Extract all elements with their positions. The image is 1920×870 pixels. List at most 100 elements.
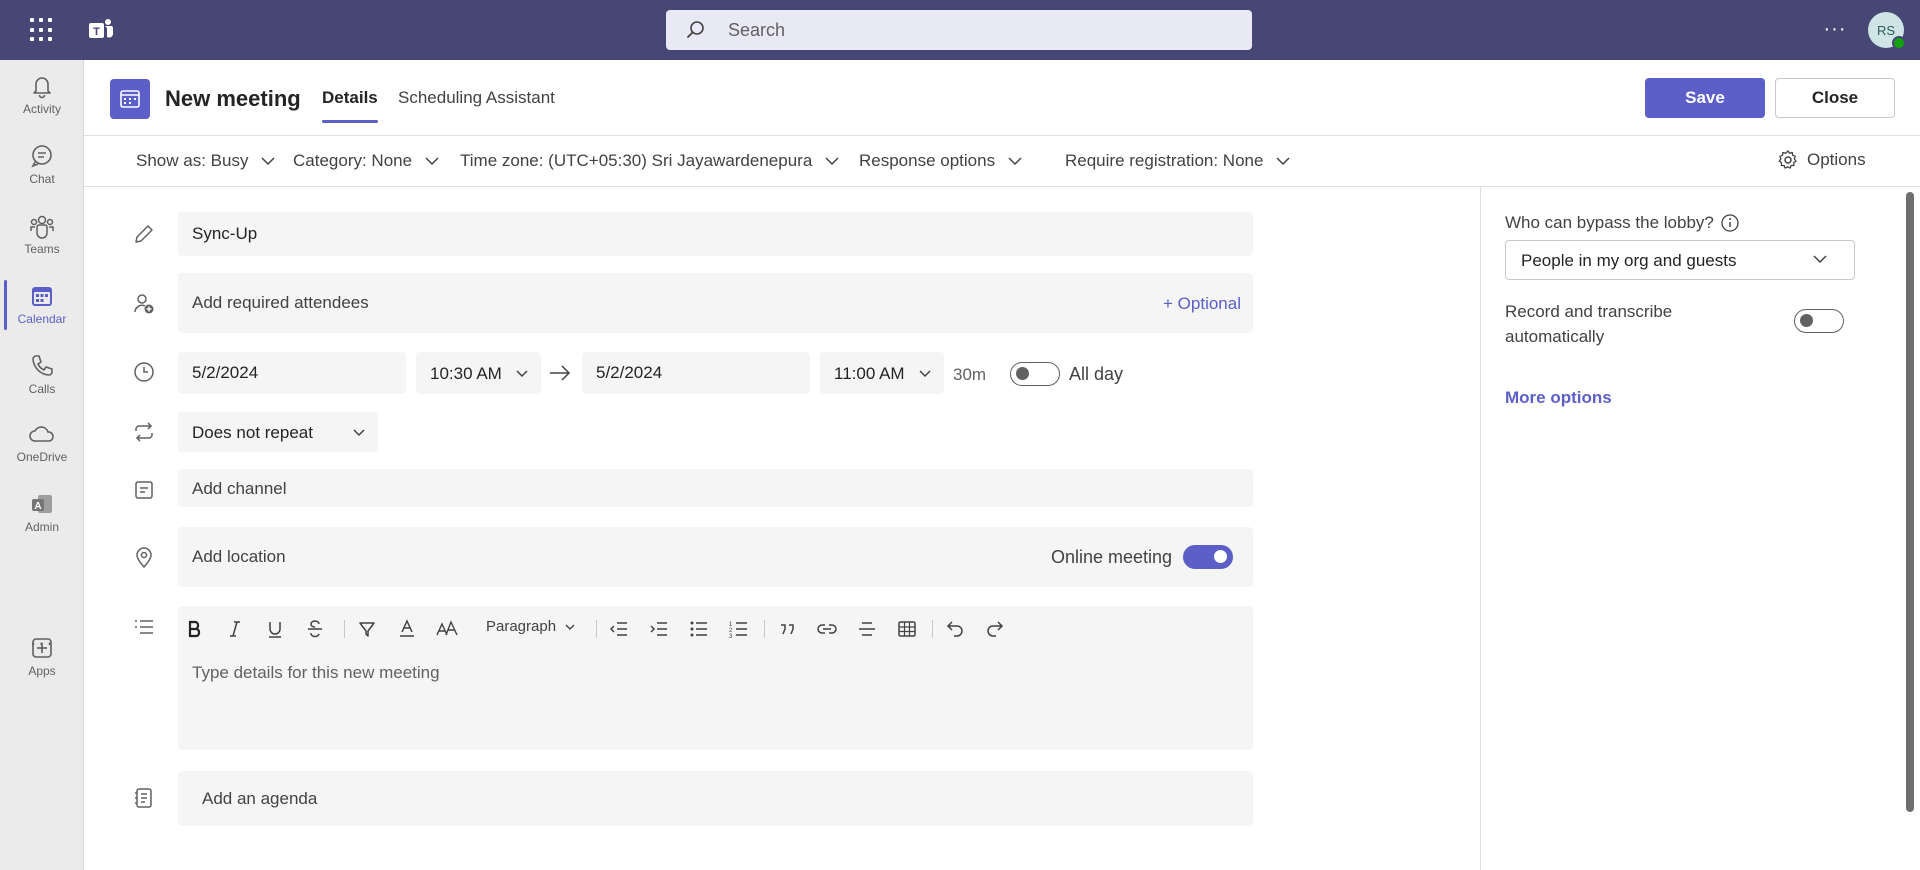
duration-label: 30m: [953, 365, 987, 384]
search-box[interactable]: [666, 10, 1252, 50]
agenda-placeholder: Add an agenda: [202, 789, 318, 808]
details-editor[interactable]: Paragraph 123 Type details for this new …: [178, 606, 1253, 750]
numbered-list-icon[interactable]: 123: [726, 616, 752, 642]
options-button[interactable]: Options: [1777, 149, 1866, 171]
optional-attendees-link[interactable]: + Optional: [1163, 294, 1241, 314]
rail-label: Admin: [24, 520, 59, 534]
cloud-icon: [29, 426, 54, 442]
toggle-knob: [1214, 550, 1227, 563]
underline-icon[interactable]: [262, 616, 288, 642]
all-day-toggle[interactable]: [1010, 362, 1060, 386]
show-as-label: Show as: Busy: [136, 151, 249, 170]
attendees-field[interactable]: Add required attendees + Optional: [178, 273, 1253, 333]
toolbar-divider: [344, 620, 345, 638]
time-zone-dropdown[interactable]: Time zone: (UTC+05:30) Sri Jayawardenepu…: [460, 151, 840, 171]
lobby-label: Who can bypass the lobby?: [1505, 213, 1740, 233]
rail-item-onedrive[interactable]: OneDrive: [0, 412, 84, 476]
start-time-dropdown[interactable]: 10:30 AM: [416, 352, 541, 394]
paragraph-style-dropdown[interactable]: Paragraph: [486, 618, 576, 635]
avatar[interactable]: RS: [1868, 12, 1906, 50]
increase-indent-icon[interactable]: [646, 616, 672, 642]
rail-item-apps[interactable]: Apps: [0, 626, 84, 690]
show-as-dropdown[interactable]: Show as: Busy: [136, 151, 276, 171]
toolbar-divider: [932, 620, 933, 638]
meeting-options-bar: Show as: Busy Category: None Time zone: …: [84, 137, 1920, 187]
start-time-value: 10:30 AM: [430, 364, 502, 383]
online-meeting-label: Online meeting: [1051, 547, 1173, 567]
info-icon[interactable]: [1720, 213, 1740, 233]
online-meeting-toggle[interactable]: [1183, 545, 1233, 569]
rail-label: Calendar: [17, 312, 67, 326]
close-button[interactable]: Close: [1775, 78, 1895, 118]
chevron-down-icon: [565, 624, 575, 630]
gear-icon: [1778, 150, 1797, 169]
save-button[interactable]: Save: [1645, 78, 1765, 118]
more-options-icon[interactable]: ···: [1822, 18, 1848, 41]
bold-icon[interactable]: [182, 616, 208, 642]
category-dropdown[interactable]: Category: None: [293, 151, 440, 171]
avatar-initials: RS: [1876, 22, 1896, 38]
presence-available-icon: [1892, 36, 1906, 50]
rail-item-teams[interactable]: Teams: [0, 204, 84, 268]
table-icon[interactable]: [894, 616, 920, 642]
horizontal-line-icon[interactable]: [854, 616, 880, 642]
scrollbar[interactable]: [1906, 192, 1914, 812]
all-day-label: All day: [1069, 364, 1124, 384]
redo-icon[interactable]: [982, 616, 1008, 642]
chevron-down-icon: [425, 157, 439, 166]
category-label: Category: None: [293, 151, 413, 170]
app-launcher-icon[interactable]: [30, 18, 54, 42]
details-list-icon: [135, 620, 153, 634]
font-color-icon[interactable]: [394, 616, 420, 642]
rail-item-chat[interactable]: Chat: [0, 134, 84, 198]
font-size-icon[interactable]: [434, 616, 460, 642]
start-date-field[interactable]: 5/2/2024: [178, 352, 406, 394]
chevron-down-icon: [1276, 157, 1290, 166]
rail-item-admin[interactable]: A Admin: [0, 482, 84, 546]
toolbar-divider: [596, 620, 597, 638]
agenda-field[interactable]: Add an agenda: [178, 771, 1253, 826]
start-date-value: 5/2/2024: [192, 363, 259, 382]
record-transcribe-label: Record and transcribe automatically: [1505, 302, 1673, 346]
rail-label: Apps: [28, 664, 56, 678]
rail-label: Chat: [29, 172, 55, 186]
rail-item-calls[interactable]: Calls: [0, 344, 84, 408]
rail-label: Activity: [22, 102, 61, 116]
italic-icon[interactable]: [222, 616, 248, 642]
title-field[interactable]: Sync-Up: [178, 212, 1253, 256]
end-time-dropdown[interactable]: 11:00 AM: [820, 352, 944, 394]
highlight-icon[interactable]: [354, 616, 380, 642]
channel-field[interactable]: Add channel: [178, 469, 1253, 507]
tab-scheduling-assistant[interactable]: Scheduling Assistant: [398, 88, 555, 108]
require-registration-dropdown[interactable]: Require registration: None: [1065, 151, 1291, 171]
link-icon[interactable]: [814, 616, 840, 642]
meeting-settings-panel: Who can bypass the lobby? People in my o…: [1480, 187, 1920, 870]
lobby-bypass-dropdown[interactable]: People in my org and guests: [1505, 240, 1855, 280]
record-transcribe-toggle[interactable]: [1794, 309, 1844, 333]
svg-text:3: 3: [729, 634, 733, 639]
end-date-value: 5/2/2024: [596, 363, 663, 382]
chevron-down-icon: [919, 370, 931, 378]
repeat-dropdown[interactable]: Does not repeat: [178, 412, 378, 452]
end-date-field[interactable]: 5/2/2024: [582, 352, 810, 394]
apps-add-icon: [32, 638, 52, 658]
strikethrough-icon[interactable]: [302, 616, 328, 642]
response-options-dropdown[interactable]: Response options: [859, 151, 1023, 171]
chevron-down-icon: [516, 370, 528, 378]
more-options-link[interactable]: More options: [1505, 388, 1612, 408]
chevron-down-icon: [1008, 157, 1022, 166]
rail-item-calendar[interactable]: Calendar: [0, 274, 84, 338]
bulleted-list-icon[interactable]: [686, 616, 712, 642]
search-input[interactable]: [728, 10, 1228, 50]
options-label: Options: [1807, 150, 1866, 169]
decrease-indent-icon[interactable]: [606, 616, 632, 642]
location-pin-icon: [136, 547, 152, 569]
rail-item-activity[interactable]: Activity: [0, 64, 84, 128]
quote-icon[interactable]: [774, 616, 800, 642]
calendar-icon: [32, 287, 52, 306]
undo-icon[interactable]: [942, 616, 968, 642]
top-bar: T ··· RS: [0, 0, 1920, 60]
toggle-knob: [1016, 367, 1029, 380]
tab-details[interactable]: Details: [322, 88, 378, 123]
phone-icon: [32, 355, 53, 376]
